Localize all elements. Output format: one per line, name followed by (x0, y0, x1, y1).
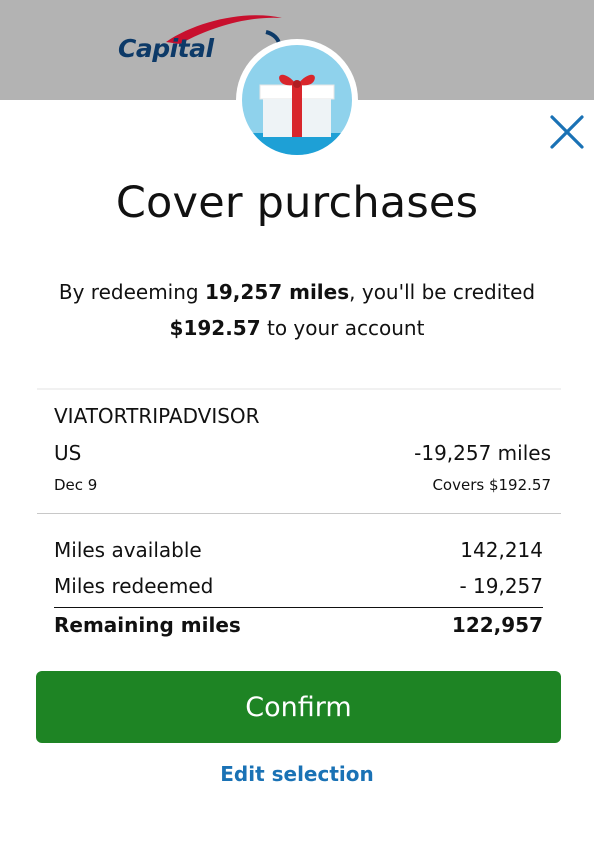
description-suffix: to your account (260, 316, 425, 340)
transaction-covers: Covers $192.57 (432, 476, 551, 494)
confirm-button[interactable]: Confirm (36, 671, 561, 743)
description-middle: , you'll be credited (349, 280, 536, 304)
page-title: Cover purchases (115, 178, 479, 228)
close-icon[interactable] (548, 113, 586, 151)
gift-icon (236, 39, 358, 161)
logo-wordmark: Capital (118, 34, 214, 63)
summary-label: Miles redeemed (54, 574, 214, 598)
edit-selection-link[interactable]: Edit selection (0, 762, 594, 786)
credit-amount: $192.57 (169, 316, 261, 340)
summary-value: 142,214 (460, 538, 543, 562)
summary-row-redeemed: Miles redeemed - 19,257 (54, 571, 543, 607)
summary-row-remaining: Remaining miles 122,957 (54, 607, 543, 646)
summary-total-label: Remaining miles (54, 613, 241, 637)
transaction-card: VIATORTRIPADVISOR US -19,257 miles Dec 9… (37, 388, 561, 515)
transaction-date: Dec 9 (54, 476, 98, 494)
summary-total-value: 122,957 (451, 613, 543, 637)
transaction-country: US (54, 441, 82, 465)
description-prefix: By redeeming (58, 280, 205, 304)
transaction-merchant: VIATORTRIPADVISOR (54, 404, 260, 428)
redeem-description: By redeeming 19,257 miles, you'll be cre… (40, 274, 554, 346)
summary-row-available: Miles available 142,214 (54, 535, 543, 571)
miles-summary: Miles available 142,214 Miles redeemed -… (54, 535, 543, 646)
section-divider (37, 513, 561, 514)
transaction-miles: -19,257 miles (414, 441, 551, 465)
summary-label: Miles available (54, 538, 202, 562)
redeem-miles-amount: 19,257 miles (204, 280, 350, 304)
summary-value: - 19,257 (459, 574, 543, 598)
